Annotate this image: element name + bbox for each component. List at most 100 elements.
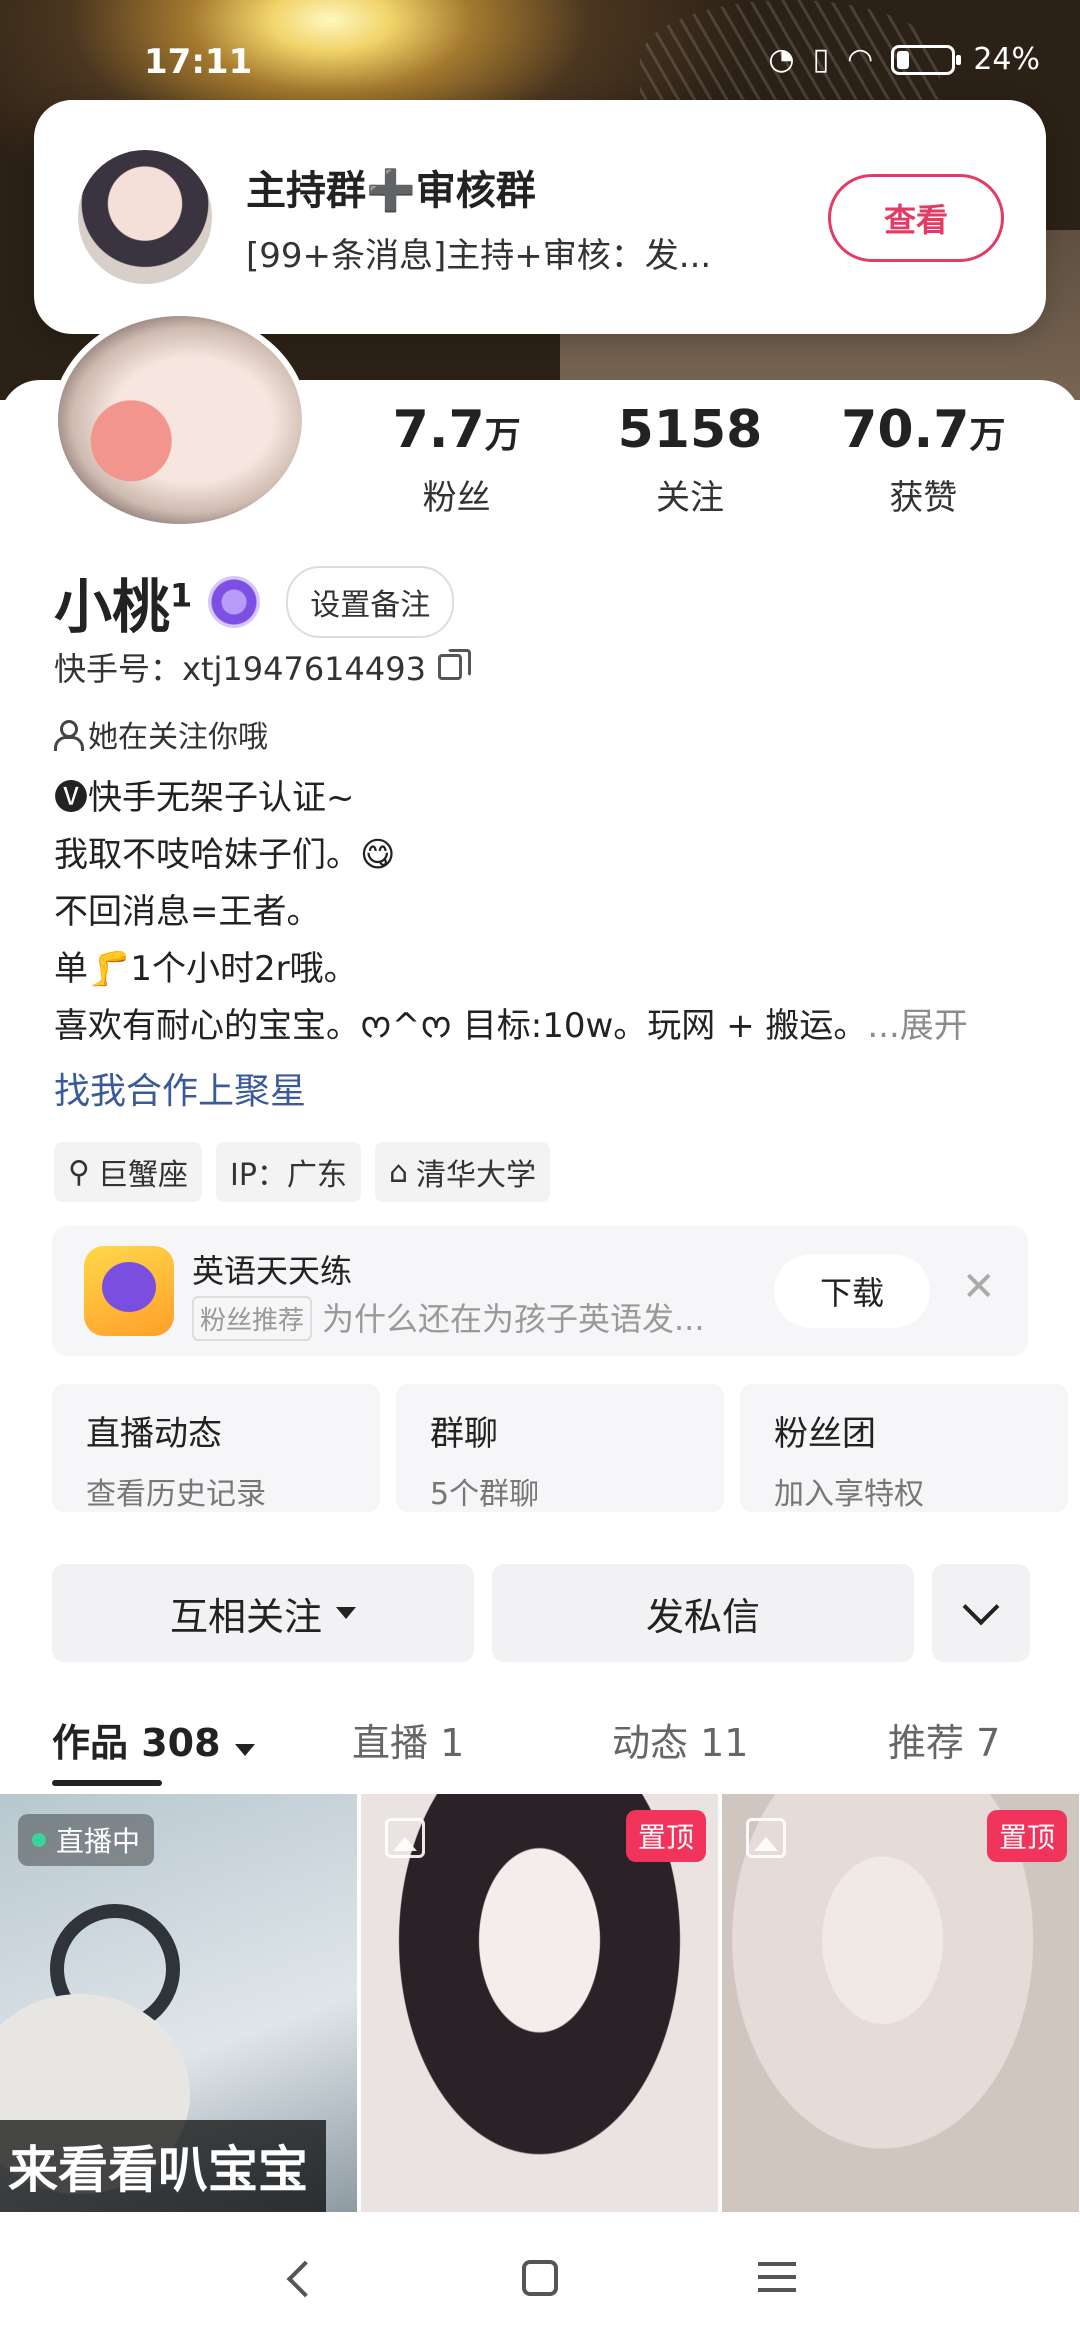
stat-label: 粉丝 (422, 478, 491, 518)
card-subtitle: 查看历史记录 (86, 1477, 266, 1512)
school-icon: ⌂ (388, 1154, 408, 1190)
pinned-badge: 置顶 (986, 1810, 1067, 1862)
bio-line: 我取不吱哈妹子们。😋 (54, 835, 396, 875)
profile-actions: 互相关注 发私信 (52, 1564, 1030, 1662)
group-notification[interactable]: 主持群➕审核群 [99+条消息]主持+审核：发... 查看 (34, 100, 1046, 334)
mutual-follow-label: 互相关注 (169, 1594, 322, 1639)
download-button[interactable]: 下载 (774, 1254, 930, 1328)
work-thumbnail[interactable]: 置顶 (722, 1794, 1079, 2212)
app-icon (84, 1246, 174, 1336)
person-icon (54, 720, 84, 751)
cooperation-link[interactable]: 找我合作上聚星 (54, 1062, 306, 1114)
status-icons: ◔ ▯ ◠ 24% (768, 42, 1040, 77)
tag-text: IP：广东 (229, 1158, 347, 1193)
card-subtitle: 加入享特权 (774, 1477, 924, 1512)
battery-icon (891, 44, 962, 75)
view-button[interactable]: 查看 (828, 174, 1004, 262)
kuaishou-id: 快手号：xtj1947614493 (54, 650, 426, 688)
ad-label: 粉丝推荐 (192, 1296, 313, 1341)
set-remark-button[interactable]: 设置备注 (286, 566, 455, 638)
works-grid: 直播中 来看看叭宝宝 置顶 置顶 (0, 1794, 1080, 2212)
card-group-chat[interactable]: 群聊 5个群聊 (396, 1384, 724, 1512)
stat-label: 获赞 (889, 478, 958, 518)
follows-you-row: 她在关注你哦 (54, 712, 268, 756)
alarm-icon: ◔ (768, 42, 795, 77)
tag-school[interactable]: ⌂ 清华大学 (374, 1142, 550, 1202)
tag-text: 清华大学 (415, 1158, 536, 1193)
stat-number: 7.7 (392, 400, 485, 460)
send-message-button[interactable]: 发私信 (492, 1564, 914, 1662)
image-post-icon (746, 1818, 786, 1858)
sim-icon: ▯ (812, 42, 830, 77)
live-dot-icon (32, 1833, 46, 1847)
feature-cards: 直播动态 查看历史记录 群聊 5个群聊 粉丝团 加入享特权 (52, 1384, 1068, 1512)
follows-you-text: 她在关注你哦 (88, 720, 268, 755)
stat-fans[interactable]: 7.7万 粉丝 (340, 400, 573, 519)
tab-label: 作品 308 (52, 1721, 221, 1765)
tab-works[interactable]: 作品 308 (52, 1712, 255, 1767)
tag-text: 巨蟹座 (97, 1158, 188, 1193)
bio-line: 喜欢有耐心的宝宝。ᰔ^ᰔ 目标:10w。玩网 + 搬运。...展开 (54, 998, 1034, 1055)
wifi-icon: ◠ (847, 42, 874, 77)
stat-number: 70.7 (841, 400, 970, 460)
stat-likes[interactable]: 70.7万 获赞 (807, 400, 1040, 519)
bio-line: 单🦵1个小时2r哦。 (54, 949, 358, 989)
profile-tags: ⚲ 巨蟹座 IP：广东 ⌂ 清华大学 (54, 1142, 550, 1202)
profile-bio[interactable]: 🅥快手无架子认证~ 我取不吱哈妹子们。😋 不回消息=王者。 单🦵1个小时2r哦。… (54, 770, 1034, 1055)
system-nav-bar (0, 2212, 1080, 2340)
cover-caption: 来看看叭宝宝 (0, 2120, 326, 2212)
status-bar: 17:11 ◔ ▯ ◠ 24% (0, 38, 1080, 88)
more-dropdown-button[interactable] (932, 1564, 1030, 1662)
card-live-history[interactable]: 直播动态 查看历史记录 (52, 1384, 380, 1512)
card-subtitle: 5个群聊 (430, 1477, 540, 1512)
bio-line-text: 喜欢有耐心的宝宝。ᰔ^ᰔ 目标:10w。玩网 + 搬运。 (54, 1006, 868, 1046)
tab-moments[interactable]: 动态 11 (612, 1712, 748, 1767)
bio-line: 🅥快手无架子认证~ (54, 778, 355, 818)
kuaishou-id-row: 快手号：xtj1947614493 (54, 644, 471, 690)
name-row: 小桃1 设置备注 (54, 560, 455, 644)
profile-stats: 7.7万 粉丝 5158 关注 70.7万 获赞 (340, 400, 1040, 519)
profile-name-text: 小桃 (54, 573, 171, 641)
stat-label: 关注 (655, 478, 724, 518)
card-title: 粉丝团 (774, 1414, 876, 1454)
copy-icon[interactable] (437, 649, 471, 680)
caret-down-icon (336, 1607, 356, 1619)
app-name: 英语天天练 (192, 1252, 353, 1290)
stat-number: 5158 (617, 400, 763, 460)
tab-indicator (52, 1780, 162, 1786)
battery-percent: 24% (973, 42, 1040, 77)
group-avatar (78, 150, 212, 284)
caret-down-icon (234, 1744, 255, 1756)
work-thumbnail-live[interactable]: 直播中 来看看叭宝宝 (0, 1794, 357, 2212)
chevron-down-icon (962, 1588, 1000, 1626)
tab-recommend[interactable]: 推荐 7 (888, 1712, 1000, 1767)
card-title: 群聊 (430, 1414, 498, 1454)
app-ad-banner[interactable]: 英语天天练 粉丝推荐 为什么还在为孩子英语发... 下载 ✕ (52, 1226, 1028, 1356)
recent-apps-icon[interactable] (758, 2262, 796, 2292)
profile-avatar[interactable] (52, 310, 308, 530)
notification-message: [99+条消息]主持+审核：发... (246, 236, 712, 276)
mutual-follow-button[interactable]: 互相关注 (52, 1564, 474, 1662)
card-fan-club[interactable]: 粉丝团 加入享特权 (740, 1384, 1068, 1512)
zodiac-icon: ⚲ (68, 1154, 90, 1190)
card-title: 直播动态 (86, 1414, 222, 1454)
tab-live[interactable]: 直播 1 (352, 1712, 464, 1767)
close-icon[interactable]: ✕ (962, 1264, 996, 1310)
tag-ip: IP：广东 (215, 1142, 361, 1202)
level-badge-icon[interactable] (208, 576, 261, 628)
tag-zodiac: ⚲ 巨蟹座 (54, 1142, 202, 1202)
profile-name: 小桃1 (54, 560, 192, 644)
bio-line: 不回消息=王者。 (54, 892, 321, 932)
back-icon[interactable] (286, 2260, 324, 2298)
work-thumbnail[interactable]: 置顶 (361, 1794, 718, 2212)
name-superscript: 1 (170, 576, 193, 615)
status-time: 17:11 (144, 42, 253, 82)
stat-unit: 万 (484, 415, 521, 456)
image-post-icon (385, 1818, 425, 1858)
pinned-badge: 置顶 (625, 1810, 706, 1862)
expand-link[interactable]: ...展开 (867, 1006, 967, 1046)
stat-unit: 万 (969, 415, 1006, 456)
home-icon[interactable] (522, 2260, 558, 2296)
stat-following[interactable]: 5158 关注 (573, 400, 806, 519)
content-tabs: 作品 308 直播 1 动态 11 推荐 7 (52, 1712, 1032, 1788)
